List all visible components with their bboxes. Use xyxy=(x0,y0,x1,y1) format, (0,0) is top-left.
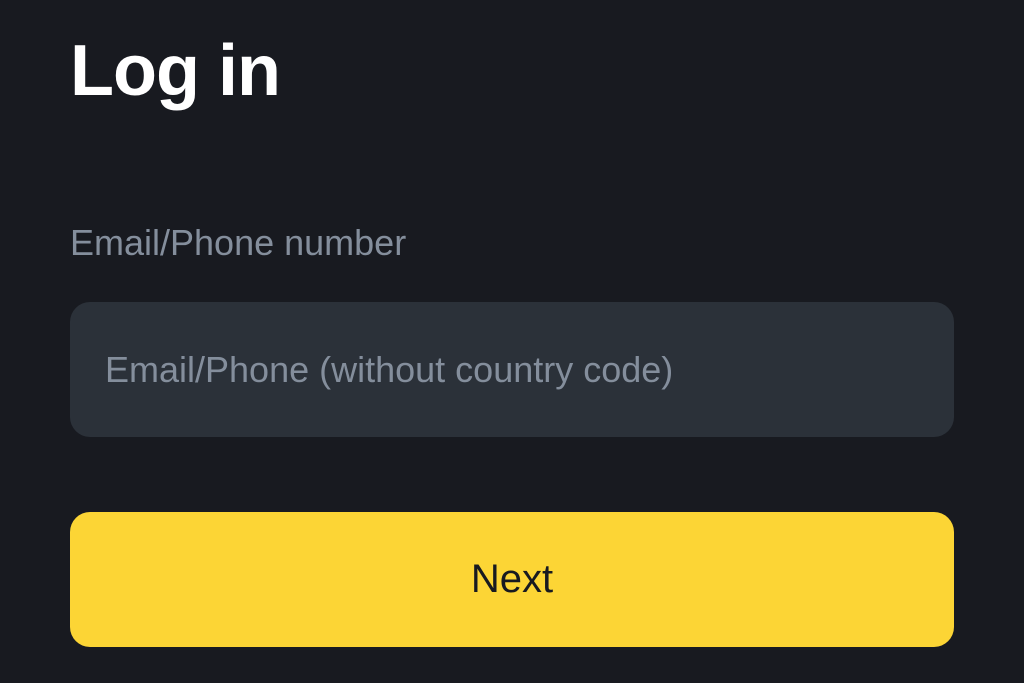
page-title: Log in xyxy=(70,30,954,112)
email-phone-input[interactable] xyxy=(70,302,954,437)
next-button[interactable]: Next xyxy=(70,512,954,647)
email-phone-label: Email/Phone number xyxy=(70,222,954,264)
login-container: Log in Email/Phone number Next xyxy=(0,0,1024,677)
